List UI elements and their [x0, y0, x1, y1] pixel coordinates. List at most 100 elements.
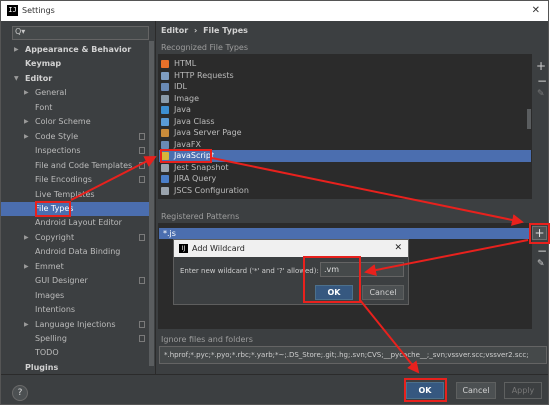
sidebar-item-label: Appearance & Behavior [25, 45, 132, 54]
sidebar-item-label: Code Style [35, 131, 79, 141]
file-type-html[interactable]: HTML [159, 58, 531, 70]
wildcard-label: Enter new wildcard ('*' and '?' allowed)… [180, 267, 319, 275]
sidebar-item-spelling[interactable]: Spelling [1, 332, 153, 346]
chevron-right-icon[interactable]: ▶ [24, 260, 29, 274]
edit-file-type-button[interactable]: ✎ [537, 89, 545, 99]
chevron-right-icon[interactable]: ▶ [14, 43, 19, 57]
project-settings-icon [139, 132, 145, 140]
search-icon: Q▾ [15, 27, 26, 36]
file-type-icon [161, 117, 169, 126]
sidebar-item-label: File Encodings [35, 175, 92, 185]
edit-pattern-button[interactable]: ✎ [537, 259, 545, 269]
sidebar-item-label: Spelling [35, 334, 67, 343]
breadcrumb-current: File Types [203, 26, 248, 35]
recognized-file-types-title: Recognized File Types [161, 43, 248, 52]
file-type-icon [161, 163, 169, 172]
cancel-button[interactable]: Cancel [456, 382, 496, 399]
remove-file-type-button[interactable]: − [537, 74, 547, 88]
file-type-image[interactable]: Image [159, 93, 531, 105]
file-type-label: IDL [174, 82, 187, 91]
file-type-java[interactable]: Java [159, 104, 531, 116]
file-type-jscs-configuration[interactable]: JSCS Configuration [159, 185, 531, 197]
file-type-jest-snapshot[interactable]: Jest Snapshot [159, 162, 531, 174]
file-type-label: HTTP Requests [174, 70, 234, 80]
panel-divider [155, 21, 156, 374]
sidebar-item-copyright[interactable]: ▶ Copyright [1, 231, 153, 245]
sidebar-item-editor[interactable]: ▼ Editor [1, 72, 153, 86]
sidebar-item-color-scheme[interactable]: ▶ Color Scheme [1, 115, 153, 129]
dialog-cancel-button[interactable]: Cancel [362, 285, 404, 300]
sidebar-item-emmet[interactable]: ▶ Emmet [1, 260, 153, 274]
sidebar-item-language-injections[interactable]: ▶ Language Injections [1, 318, 153, 332]
chevron-down-icon[interactable]: ▼ [14, 72, 19, 86]
file-type-java-class[interactable]: Java Class [159, 116, 531, 128]
sidebar-item-intentions[interactable]: Intentions [1, 303, 153, 317]
apply-button[interactable]: Apply [504, 382, 542, 399]
file-type-label: HTML [174, 59, 197, 68]
sidebar-item-file-types[interactable]: File Types [1, 201, 153, 216]
sidebar-item-label: Emmet [35, 261, 64, 271]
file-type-label: JIRA Query [174, 174, 217, 183]
breadcrumb-parent: Editor [161, 26, 189, 35]
file-type-icon [161, 60, 169, 68]
sidebar-item-font[interactable]: Font [1, 101, 153, 115]
file-types-scrollbar[interactable] [527, 109, 531, 129]
dialog-close-icon[interactable]: ✕ [394, 243, 402, 253]
sidebar-item-label: General [35, 88, 67, 98]
file-type-javascript[interactable]: JavaScript [159, 150, 531, 162]
sidebar-item-inspections[interactable]: Inspections [1, 144, 153, 158]
close-icon[interactable]: ✕ [532, 5, 540, 16]
sidebar-item-images[interactable]: Images [1, 289, 153, 303]
file-type-idl[interactable]: IDL [159, 81, 531, 93]
sidebar-item-android-layout-editor[interactable]: Android Layout Editor [1, 216, 153, 230]
project-settings-icon [139, 320, 145, 328]
sidebar-item-code-style[interactable]: ▶ Code Style [1, 130, 153, 144]
remove-pattern-button[interactable]: − [537, 244, 547, 258]
sidebar-item-label: Android Data Binding [35, 247, 121, 257]
file-type-label: Java Server Page [174, 128, 242, 137]
annotation-box-add-pattern [529, 223, 550, 244]
sidebar-item-label: Color Scheme [35, 117, 91, 127]
ignore-files-title: Ignore files and folders [161, 335, 253, 344]
sidebar-item-keymap[interactable]: Keymap [1, 57, 153, 71]
ignore-files-value: *.hprof;*.pyc;*.pyo;*.rbc;*.yarb;*~;.DS_… [164, 351, 529, 359]
project-settings-icon [139, 176, 145, 184]
file-type-http-requests[interactable]: HTTP Requests [159, 70, 531, 82]
project-settings-icon [139, 233, 145, 241]
sidebar-item-live-templates[interactable]: Live Templates [1, 188, 153, 202]
sidebar-item-label: Font [35, 102, 53, 112]
pattern-row-selected[interactable]: *.js [159, 228, 531, 239]
add-file-type-button[interactable]: + [536, 59, 546, 73]
help-button[interactable]: ? [12, 385, 28, 401]
file-type-icon [161, 175, 169, 183]
registered-patterns-title: Registered Patterns [161, 212, 240, 221]
chevron-right-icon[interactable]: ▶ [24, 231, 29, 245]
file-type-label: Image [174, 93, 200, 103]
project-settings-icon [139, 335, 145, 342]
sidebar-item-label: File and Code Templates [35, 160, 133, 170]
annotation-box-ok [404, 378, 447, 402]
sidebar-item-label: TODO [35, 348, 59, 358]
sidebar-item-label: Copyright [35, 232, 75, 242]
sidebar-item-file-encodings[interactable]: File Encodings [1, 173, 153, 187]
sidebar-item-gui-designer[interactable]: GUI Designer [1, 274, 153, 288]
help-icon: ? [17, 388, 23, 398]
sidebar-item-label: Inspections [35, 146, 81, 156]
file-type-java-server-page[interactable]: Java Server Page [159, 127, 531, 139]
chevron-right-icon[interactable]: ▶ [24, 115, 29, 129]
chevron-right-icon[interactable]: ▶ [24, 318, 29, 332]
ignore-files-input[interactable]: *.hprof;*.pyc;*.pyo;*.rbc;*.yarb;*~;.DS_… [159, 346, 547, 364]
intellij-app-icon: IJ [179, 244, 188, 253]
chevron-right-icon[interactable]: ▶ [24, 130, 29, 144]
settings-search-input[interactable]: Q▾ [12, 26, 149, 40]
sidebar-item-appearance-behavior[interactable]: ▶ Appearance & Behavior [1, 43, 153, 57]
file-type-jira-query[interactable]: JIRA Query [159, 173, 531, 185]
chevron-right-icon[interactable]: ▶ [24, 86, 29, 100]
sidebar-item-label: Keymap [25, 59, 62, 69]
sidebar-item-todo[interactable]: TODO [1, 346, 153, 360]
sidebar-item-android-data-binding[interactable]: Android Data Binding [1, 245, 153, 259]
file-type-javafx[interactable]: JavaFX [159, 139, 531, 151]
sidebar-item-file-and-code-templates[interactable]: File and Code Templates [1, 159, 153, 173]
sidebar-item-general[interactable]: ▶ General [1, 86, 153, 100]
sidebar-scrollbar[interactable] [149, 41, 154, 366]
